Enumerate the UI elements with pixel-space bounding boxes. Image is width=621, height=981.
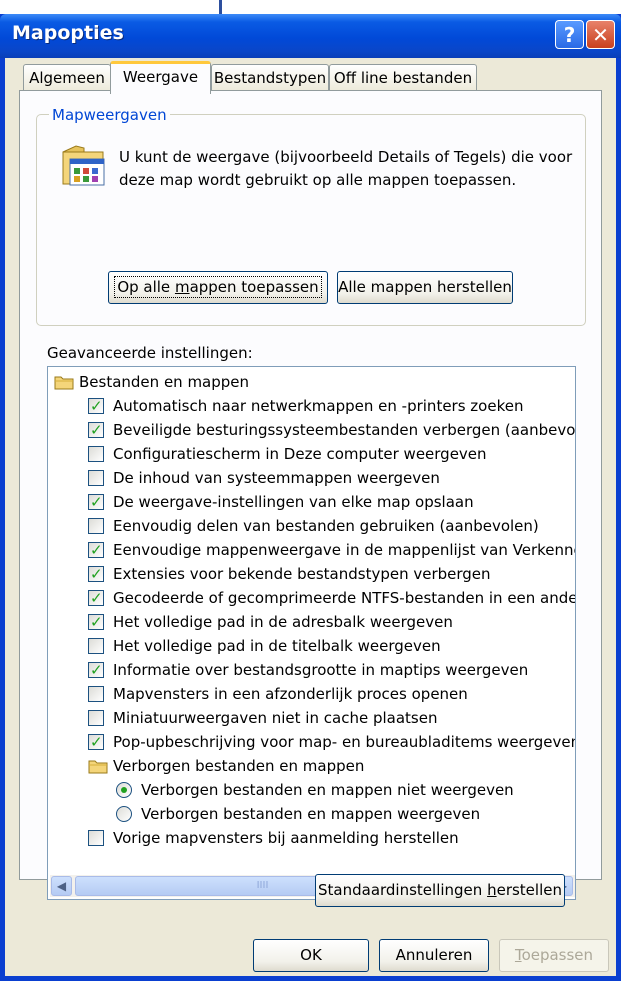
checkbox[interactable] bbox=[88, 610, 104, 634]
checkbox[interactable] bbox=[88, 830, 104, 846]
checkbox[interactable] bbox=[88, 710, 104, 726]
tab-weergave[interactable]: Weergave bbox=[110, 61, 211, 94]
tab-bestandstypen[interactable]: Bestandstypen bbox=[211, 64, 329, 92]
checkbox-label: Mapvensters in een afzonderlijk proces o… bbox=[113, 685, 468, 703]
apply-to-all-label: Op alle mappen toepassen bbox=[114, 276, 322, 298]
checkbox-label: Beveiligde besturingssysteembestanden ve… bbox=[113, 421, 576, 439]
radio-label: Verborgen bestanden en mappen niet weerg… bbox=[141, 781, 514, 799]
folder-icon bbox=[88, 760, 108, 774]
folder-views-icon bbox=[62, 145, 105, 186]
radio-label: Verborgen bestanden en mappen weergeven bbox=[141, 805, 481, 823]
checkbox-label: Vorige mapvensters bij aanmelding herste… bbox=[113, 829, 459, 847]
help-icon: ? bbox=[563, 22, 576, 47]
checkbox-label: Eenvoudig delen van bestanden gebruiken … bbox=[113, 517, 539, 535]
checkbox[interactable] bbox=[88, 730, 104, 754]
folder-views-description: U kunt de weergave (bijvoorbeeld Details… bbox=[119, 146, 579, 192]
checkbox-label: Miniatuurweergaven niet in cache plaatse… bbox=[113, 709, 438, 727]
radio-button[interactable] bbox=[116, 782, 132, 798]
checkbox[interactable] bbox=[88, 586, 104, 610]
ok-button[interactable]: OK bbox=[253, 939, 369, 972]
checkbox[interactable] bbox=[88, 538, 104, 562]
apply-button[interactable]: Toepassen bbox=[499, 939, 609, 972]
checkbox-label: Configuratiescherm in Deze computer weer… bbox=[113, 445, 487, 463]
checkbox-label: De weergave-instellingen van elke map op… bbox=[113, 493, 474, 511]
help-button[interactable]: ? bbox=[555, 20, 584, 49]
ok-label: OK bbox=[300, 946, 322, 964]
radio-button[interactable] bbox=[116, 806, 132, 822]
folder-views-legend: Mapweergaven bbox=[49, 106, 170, 124]
checkbox-label: Automatisch naar netwerkmappen en -print… bbox=[113, 397, 524, 415]
checkbox-label: Pop-upbeschrijving voor map- en bureaubl… bbox=[113, 733, 576, 751]
close-button[interactable]: ✕ bbox=[586, 20, 615, 49]
scroll-left-icon[interactable]: ◀ bbox=[51, 876, 72, 896]
cancel-label: Annuleren bbox=[395, 946, 473, 964]
checkbox-label: Het volledige pad in de titelbalk weerge… bbox=[113, 637, 441, 655]
description-line: U kunt de weergave (bijvoorbeeld Details… bbox=[119, 148, 573, 166]
reset-all-folders-button[interactable]: Alle mappen herstellen bbox=[337, 271, 513, 304]
checkbox-label: De inhoud van systeemmappen weergeven bbox=[113, 469, 440, 487]
tab-offline-bestanden[interactable]: Off line bestanden bbox=[329, 64, 477, 92]
checkbox-label: Eenvoudige mappenweergave in de mappenli… bbox=[113, 541, 576, 559]
checkbox[interactable] bbox=[88, 446, 104, 462]
checkbox[interactable] bbox=[88, 658, 104, 682]
advanced-settings-label: Geavanceerde instellingen: bbox=[47, 344, 253, 362]
checkbox-label: Informatie over bestandsgrootte in mapti… bbox=[113, 661, 529, 679]
advanced-settings-tree[interactable]: Bestanden en mappen Automatisch naar net… bbox=[47, 366, 576, 900]
tree-folder-label: Verborgen bestanden en mappen bbox=[113, 757, 365, 775]
dialog-client: Algemeen Weergave Bestandstypen Off line… bbox=[5, 58, 616, 976]
checkbox[interactable] bbox=[88, 394, 104, 418]
reset-all-label: Alle mappen herstellen bbox=[338, 278, 512, 296]
apply-to-all-folders-button[interactable]: Op alle mappen toepassen bbox=[108, 271, 328, 304]
checkbox[interactable] bbox=[88, 638, 104, 654]
checkbox[interactable] bbox=[88, 470, 104, 486]
checkbox[interactable] bbox=[88, 518, 104, 534]
checkbox[interactable] bbox=[88, 686, 104, 702]
apply-label: Toepassen bbox=[514, 946, 594, 964]
checkbox-label: Het volledige pad in de adresbalk weerge… bbox=[113, 613, 453, 631]
checkbox-label: Gecodeerde of gecomprimeerde NTFS-bestan… bbox=[113, 589, 576, 607]
checkbox[interactable] bbox=[88, 562, 104, 586]
restore-defaults-label: Standaardinstellingen herstellen bbox=[318, 881, 562, 899]
close-icon: ✕ bbox=[592, 22, 609, 47]
checkbox[interactable] bbox=[88, 418, 104, 442]
folder-icon bbox=[54, 376, 74, 390]
checkbox[interactable] bbox=[88, 490, 104, 514]
tree-folder-label: Bestanden en mappen bbox=[79, 373, 250, 391]
checkbox-label: Extensies voor bekende bestandstypen ver… bbox=[113, 565, 491, 583]
description-line: deze map wordt gebruikt op alle mappen t… bbox=[119, 171, 517, 189]
restore-defaults-button[interactable]: Standaardinstellingen herstellen bbox=[315, 874, 565, 907]
window-title: Mapopties bbox=[12, 22, 124, 44]
tab-algemeen[interactable]: Algemeen bbox=[23, 64, 111, 92]
cancel-button[interactable]: Annuleren bbox=[379, 939, 489, 972]
